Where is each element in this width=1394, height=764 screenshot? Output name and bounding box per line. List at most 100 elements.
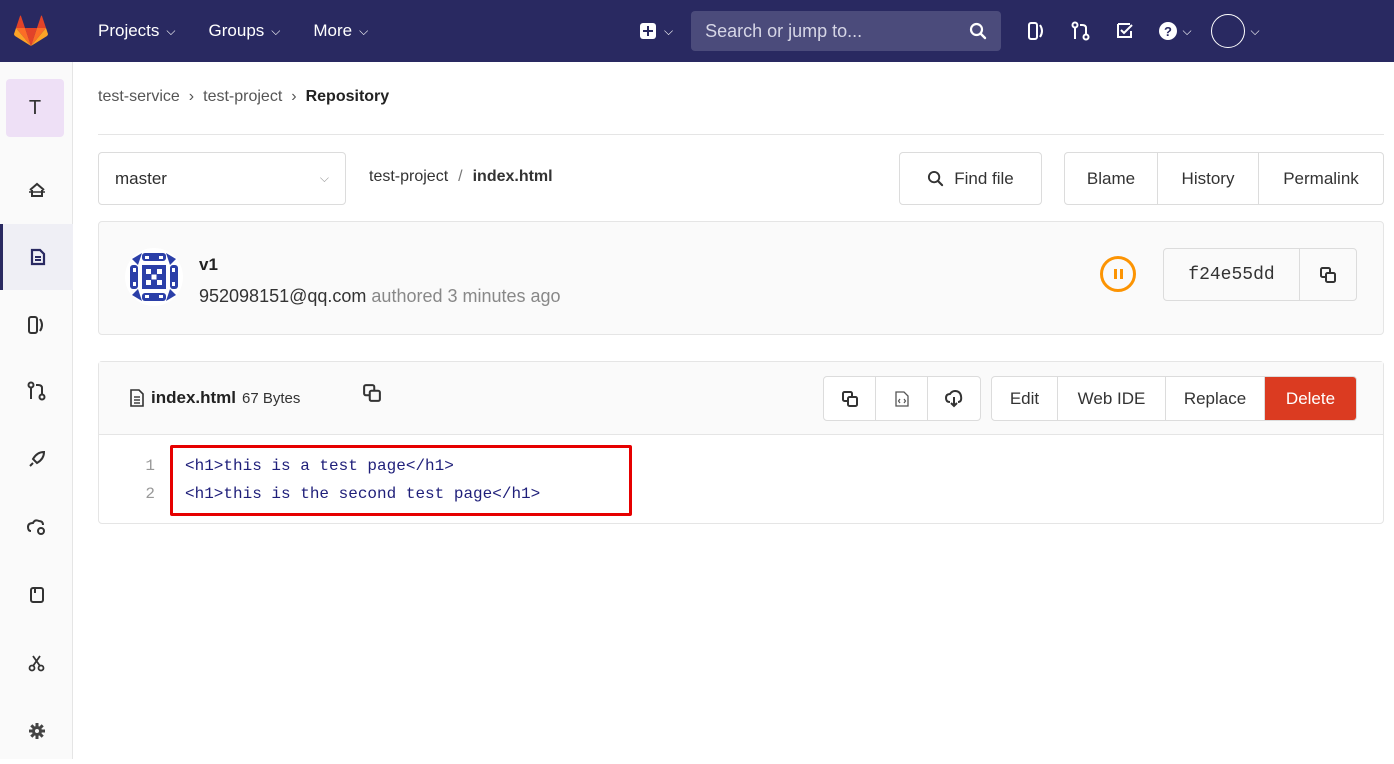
- chevron-down-icon: ⌵: [359, 23, 369, 38]
- new-dropdown-button[interactable]: ⌵: [640, 23, 673, 39]
- breadcrumb-item-project[interactable]: test-project: [203, 88, 282, 106]
- chevron-down-icon: ⌵: [166, 23, 176, 38]
- project-avatar[interactable]: T: [6, 79, 64, 137]
- file-size: 67 Bytes: [242, 389, 301, 407]
- pipeline-paused-icon[interactable]: [1100, 256, 1136, 292]
- chevron-down-icon: ⌵: [1250, 23, 1260, 38]
- open-raw-button[interactable]: [876, 377, 928, 420]
- chevron-right-icon: ›: [291, 88, 297, 105]
- web-ide-button[interactable]: Web IDE: [1058, 377, 1166, 420]
- file-view-icon-group: [823, 376, 981, 421]
- find-file-button[interactable]: Find file: [899, 152, 1042, 205]
- copy-icon: [363, 384, 381, 402]
- copy-sha-button[interactable]: [1300, 249, 1356, 300]
- find-file-label: Find file: [954, 168, 1014, 188]
- file-edit-actions: Edit Web IDE Replace Delete: [991, 376, 1357, 421]
- home-icon[interactable]: [0, 157, 73, 223]
- chevron-right-icon: ›: [188, 88, 195, 105]
- commit-sha[interactable]: f24e55dd: [1164, 249, 1300, 300]
- issues-icon[interactable]: [0, 292, 73, 358]
- replace-label: Replace: [1183, 388, 1247, 408]
- repository-icon[interactable]: [0, 224, 73, 290]
- settings-gear-icon[interactable]: [0, 698, 73, 764]
- divider: [98, 134, 1384, 135]
- commit-authored-time: authored 3 minutes ago: [371, 286, 561, 306]
- help-icon[interactable]: ? ⌵: [1147, 11, 1203, 51]
- permalink-button[interactable]: Permalink: [1259, 153, 1383, 204]
- download-button[interactable]: [928, 377, 980, 420]
- search-input[interactable]: Search or jump to...: [691, 11, 1002, 51]
- file-name: index.html: [151, 388, 237, 407]
- path-file: index.html: [472, 168, 553, 185]
- history-label: History: [1181, 168, 1235, 188]
- chevron-down-icon: ⌵: [271, 23, 281, 38]
- copy-file-path-button[interactable]: [363, 384, 381, 407]
- project-initial: T: [28, 96, 42, 119]
- replace-button[interactable]: Replace: [1166, 377, 1265, 420]
- svg-text:?: ?: [1164, 24, 1172, 39]
- delete-label: Delete: [1285, 388, 1336, 408]
- gitlab-logo-icon[interactable]: [0, 0, 62, 62]
- path-project-link[interactable]: test-project: [369, 168, 448, 186]
- nav-projects[interactable]: Projects ⌵: [98, 21, 176, 41]
- search-icon: [928, 170, 944, 187]
- nav-groups-label: Groups: [208, 21, 265, 40]
- ci-cd-rocket-icon[interactable]: [0, 426, 73, 492]
- branch-name: master: [115, 168, 167, 188]
- file-view-actions: Blame History Permalink: [1064, 152, 1384, 205]
- chevron-down-icon: ⌵: [1182, 23, 1192, 38]
- wiki-icon[interactable]: [0, 562, 73, 628]
- branch-select[interactable]: master ⌵: [98, 152, 346, 205]
- chevron-down-icon: ⌵: [319, 171, 329, 185]
- todo-icon[interactable]: [1103, 11, 1147, 51]
- top-navbar: Projects ⌵ Groups ⌵ More ⌵ ⌵ Search or j…: [0, 0, 1394, 62]
- line-number[interactable]: 1: [99, 457, 155, 475]
- nav-more-label: More: [313, 21, 353, 40]
- history-button[interactable]: History: [1158, 153, 1259, 204]
- delete-button[interactable]: Delete: [1265, 377, 1356, 420]
- copy-icon: [1320, 266, 1336, 283]
- copy-icon: [841, 390, 858, 407]
- operations-icon[interactable]: [0, 494, 73, 560]
- breadcrumb-item-group[interactable]: test-service: [98, 88, 180, 106]
- snippets-scissors-icon[interactable]: [0, 630, 73, 696]
- nav-more[interactable]: More ⌵: [313, 21, 368, 41]
- copy-source-button[interactable]: [824, 377, 876, 420]
- blame-button[interactable]: Blame: [1065, 153, 1158, 204]
- file-header: index.html 67 Bytes Edit Web IDE Replace…: [99, 362, 1383, 435]
- line-number[interactable]: 2: [99, 485, 155, 503]
- code-line: 1 <h1>this is a test page</h1>: [99, 452, 453, 480]
- search-placeholder: Search or jump to...: [705, 20, 863, 41]
- code-content: 1 <h1>this is a test page</h1> 2 <h1>thi…: [99, 436, 1383, 523]
- cloud-download-icon: [945, 389, 963, 407]
- nav-groups[interactable]: Groups ⌵: [209, 21, 281, 41]
- merge-requests-icon[interactable]: [0, 358, 73, 424]
- breadcrumb: test-service › test-project › Repository: [98, 88, 389, 106]
- nav-projects-label: Projects: [98, 21, 160, 40]
- blame-label: Blame: [1086, 168, 1136, 188]
- file-title: index.html 67 Bytes: [129, 388, 300, 408]
- file-code-icon: [894, 390, 909, 407]
- highlight-annotation-box: [170, 445, 632, 516]
- code-line: 2 <h1>this is the second test page</h1>: [99, 480, 540, 508]
- edit-label: Edit: [1009, 388, 1040, 408]
- issues-icon[interactable]: [1015, 11, 1059, 51]
- last-commit: v1 952098151@qq.com authored 3 minutes a…: [98, 221, 1384, 335]
- commit-title[interactable]: v1: [199, 255, 218, 275]
- path-separator: /: [458, 168, 463, 185]
- user-menu[interactable]: ⌵: [1203, 11, 1267, 51]
- search-icon: [970, 22, 987, 40]
- file-viewer: index.html 67 Bytes Edit Web IDE Replace…: [98, 361, 1384, 524]
- breadcrumb-current[interactable]: Repository: [306, 88, 390, 106]
- commit-sha-group: f24e55dd: [1163, 248, 1357, 301]
- web-ide-label: Web IDE: [1077, 388, 1146, 408]
- user-avatar-icon: [1210, 14, 1245, 48]
- commit-meta: 952098151@qq.com authored 3 minutes ago: [199, 286, 561, 307]
- merge-request-icon[interactable]: [1059, 11, 1103, 51]
- chevron-down-icon: ⌵: [664, 23, 674, 38]
- project-sidebar: T: [0, 62, 73, 759]
- permalink-label: Permalink: [1283, 168, 1359, 188]
- commit-author-email[interactable]: 952098151@qq.com: [199, 286, 366, 306]
- commit-author-avatar[interactable]: [124, 247, 184, 307]
- edit-button[interactable]: Edit: [992, 377, 1058, 420]
